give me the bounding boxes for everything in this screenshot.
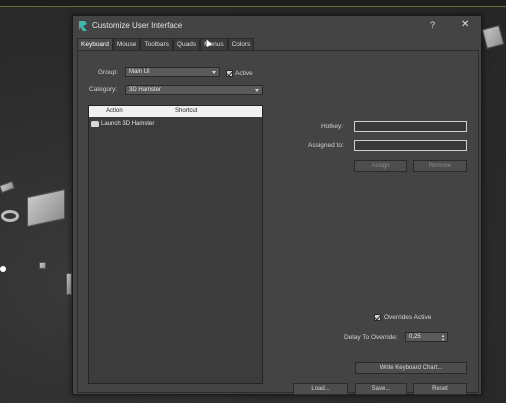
group-value: Main UI [129, 69, 150, 75]
app-logo-icon [79, 21, 87, 31]
list-item[interactable]: Launch 3D Hamster [91, 119, 154, 128]
column-header-action[interactable]: Action [106, 108, 123, 114]
tab-quads[interactable]: Quads [172, 38, 201, 50]
chevron-down-icon [212, 71, 216, 74]
save-button[interactable]: Save... [355, 383, 407, 395]
active-label: Active [235, 70, 253, 77]
action-list[interactable]: Action Shortcut Launch 3D Hamster [88, 105, 263, 384]
hamster-icon [91, 120, 99, 127]
scene-box-object [27, 188, 65, 228]
list-header: Action Shortcut [89, 106, 262, 117]
action-name: Launch 3D Hamster [101, 120, 155, 127]
tab-toolbars[interactable]: Toolbars [140, 38, 173, 50]
overrides-active-checkbox[interactable] [374, 314, 381, 321]
keyboard-panel: Group: Main UI Active Category: 3D Hamst… [77, 50, 479, 395]
group-label: Group: [98, 69, 118, 76]
delay-spinner[interactable]: 0,25 ▲ ▼ [405, 332, 448, 342]
scene-box-object-right [481, 25, 505, 49]
customize-ui-dialog: Customize User Interface ? ✕ Keyboard Mo… [72, 15, 482, 395]
column-header-shortcut[interactable]: Shortcut [175, 108, 197, 114]
hotkey-field[interactable] [354, 121, 467, 132]
remove-button[interactable]: Remove [413, 160, 467, 172]
viewport-top-edge [0, 6, 506, 7]
assigned-to-field[interactable] [354, 140, 467, 151]
scene-small-object [0, 180, 15, 194]
close-button[interactable]: ✕ [461, 19, 469, 30]
help-button[interactable]: ? [430, 20, 435, 30]
category-value: 3D Hamster [129, 87, 162, 93]
assigned-to-label: Assigned to: [308, 142, 344, 149]
write-keyboard-chart-button[interactable]: Write Keyboard Chart... [355, 362, 467, 374]
group-dropdown[interactable]: Main UI [125, 67, 220, 77]
category-dropdown[interactable]: 3D Hamster [125, 85, 263, 95]
tab-bar: Keyboard Mouse Toolbars Quads Menus Colo… [77, 38, 255, 50]
delay-label: Delay To Override: [344, 334, 398, 341]
scene-cube-object [39, 262, 46, 269]
reset-button[interactable]: Reset [413, 383, 467, 395]
load-button[interactable]: Load... [293, 383, 348, 395]
tab-keyboard[interactable]: Keyboard [77, 38, 113, 50]
scene-ring-object [1, 210, 19, 222]
scene-point-marker [0, 266, 6, 272]
hotkey-label: Hotkey: [321, 123, 344, 130]
active-checkbox[interactable] [226, 70, 233, 77]
tab-colors[interactable]: Colors [227, 38, 255, 50]
dialog-title: Customize User Interface [92, 21, 183, 30]
spinner-arrows-icon[interactable]: ▲ ▼ [441, 334, 445, 342]
chevron-down-icon [255, 89, 259, 92]
assign-button[interactable]: Assign [354, 160, 407, 172]
dialog-titlebar[interactable]: Customize User Interface ? ✕ [73, 16, 481, 36]
overrides-active-label: Overrides Active [384, 314, 432, 321]
tab-mouse[interactable]: Mouse [112, 38, 141, 50]
category-label: Category: [89, 86, 118, 93]
delay-value: 0,25 [409, 334, 421, 340]
